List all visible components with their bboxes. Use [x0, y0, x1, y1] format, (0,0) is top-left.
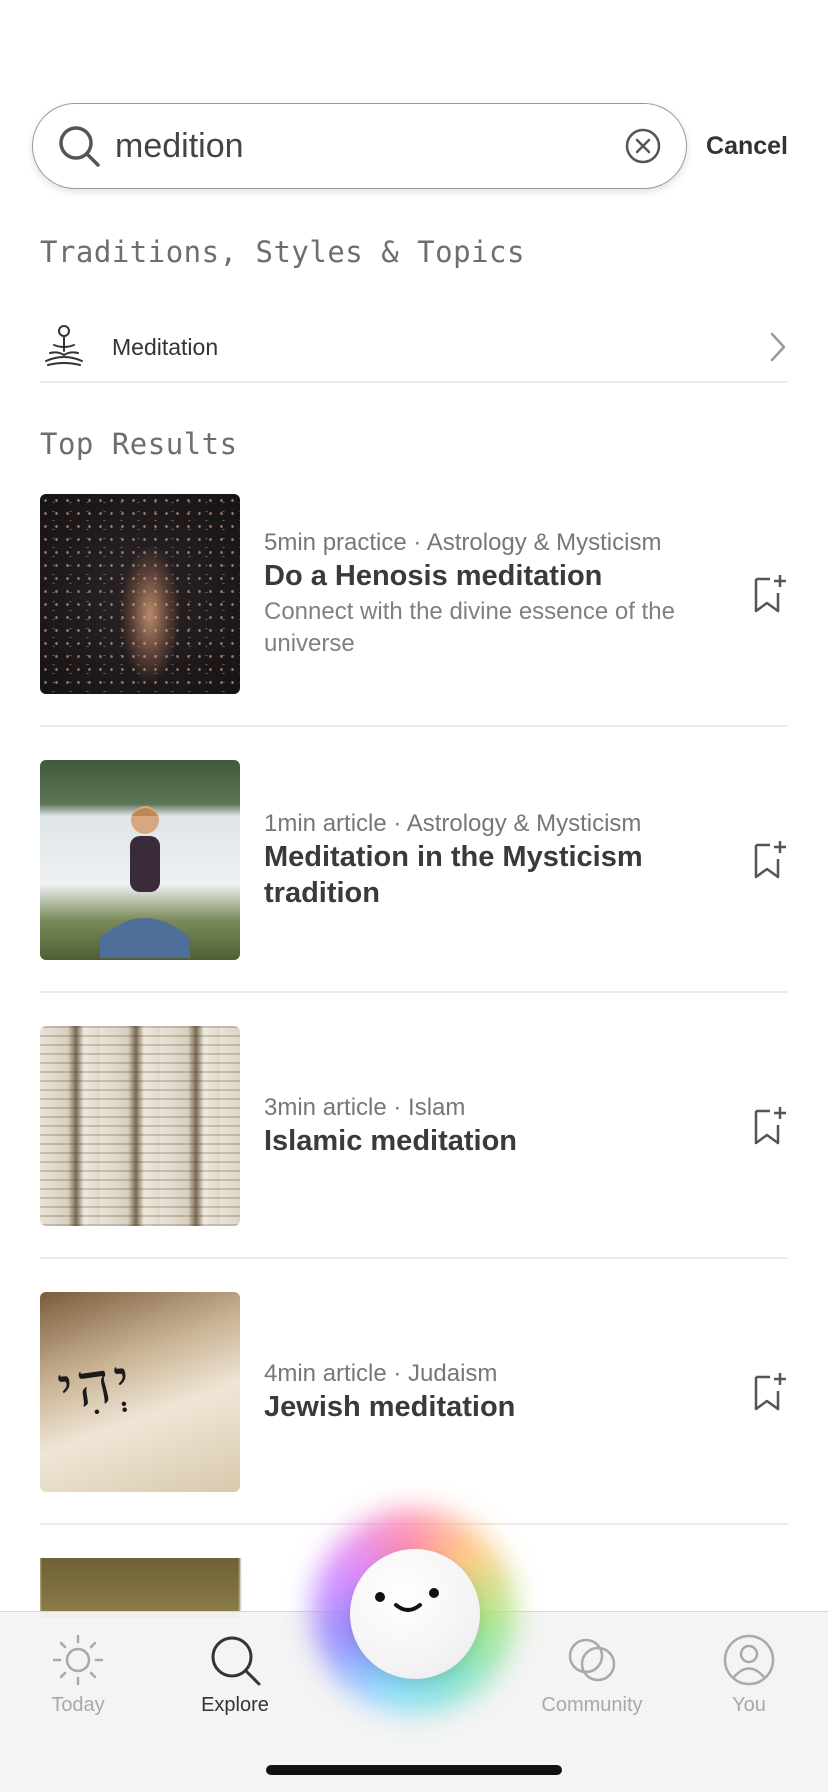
list-item[interactable]: 1min article · Astrology & Mysticism Med…	[40, 760, 788, 960]
tab-label: Today	[51, 1694, 105, 1716]
result-title: Jewish meditation	[264, 1391, 516, 1423]
profile-icon	[723, 1634, 775, 1686]
list-item[interactable]: 3min article · Islam Islamic meditation	[40, 1026, 788, 1226]
tab-community[interactable]: Community	[532, 1632, 652, 1717]
search-input[interactable]	[115, 126, 624, 166]
divider	[40, 725, 788, 727]
tab-label: Community	[541, 1694, 643, 1716]
bookmark-add-icon[interactable]	[752, 1105, 788, 1147]
result-meta: 5min practice · Astrology & Mysticism	[264, 529, 662, 556]
sun-icon	[52, 1634, 104, 1686]
chevron-right-icon	[770, 332, 786, 362]
smiley-face-icon	[375, 1588, 439, 1612]
bookmark-add-icon[interactable]	[752, 573, 788, 615]
result-meta: 3min article · Islam	[264, 1094, 466, 1121]
community-icon	[568, 1638, 616, 1682]
result-title: Do a Henosis meditation	[264, 560, 603, 592]
tab-label: You	[732, 1694, 766, 1716]
result-thumbnail	[40, 1558, 240, 1618]
bookmark-add-icon[interactable]	[752, 1371, 788, 1413]
home-indicator	[266, 1765, 562, 1775]
search-icon	[59, 126, 100, 167]
meditation-icon	[45, 325, 83, 366]
section-title-top-results: Top Results	[40, 427, 238, 461]
result-meta: 1min article · Astrology & Mysticism	[264, 810, 642, 837]
divider	[40, 381, 788, 383]
tab-label: Explore	[201, 1694, 269, 1716]
result-thumbnail	[40, 1026, 240, 1226]
tab-you[interactable]: You	[689, 1632, 809, 1717]
bookmark-add-icon[interactable]	[752, 839, 788, 881]
search-box[interactable]	[32, 103, 687, 189]
topic-label: Meditation	[112, 333, 219, 360]
result-thumbnail	[40, 494, 240, 694]
hebrew-text-image: יְהִי	[53, 1345, 139, 1423]
section-title-traditions: Traditions, Styles & Topics	[40, 235, 525, 269]
divider	[40, 1257, 788, 1259]
clear-search-icon[interactable]	[624, 127, 662, 165]
assistant-button[interactable]	[350, 1549, 480, 1679]
topic-row-meditation[interactable]: Meditation	[40, 310, 788, 384]
result-title: Islamic meditation	[264, 1125, 518, 1157]
tab-explore[interactable]: Explore	[175, 1632, 295, 1717]
result-thumbnail: יְהִי	[40, 1292, 240, 1492]
meditating-person-image	[100, 806, 190, 958]
list-item[interactable]: יְהִי 4min article · Judaism Jewish medi…	[40, 1292, 788, 1492]
result-thumbnail	[40, 760, 240, 960]
cancel-button[interactable]: Cancel	[706, 132, 788, 161]
tab-today[interactable]: Today	[18, 1632, 138, 1717]
divider	[40, 991, 788, 993]
result-description: Connect with the divine essence of the u…	[264, 598, 675, 657]
search-icon	[211, 1636, 261, 1686]
result-meta: 4min article · Judaism	[264, 1360, 498, 1387]
search-row: Cancel	[32, 103, 788, 189]
result-title: Meditation in the Mysticism tradition	[264, 841, 643, 909]
list-item[interactable]: 5min practice · Astrology & Mysticism Do…	[40, 494, 788, 694]
